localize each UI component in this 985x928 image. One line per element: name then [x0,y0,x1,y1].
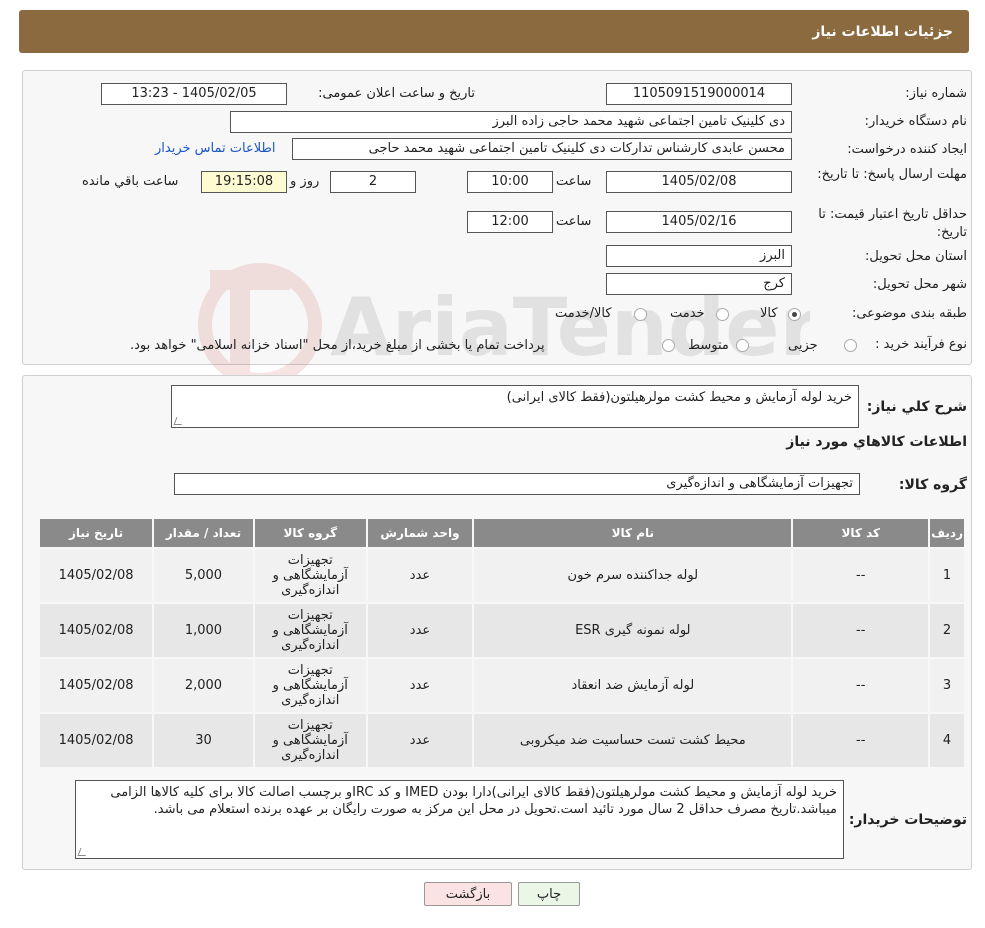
cell-name: لوله نمونه گیری ESR [474,604,792,657]
buyer-org-label: نام دستگاه خریدار: [864,114,967,129]
table-row[interactable]: 1 -- لوله جداکننده سرم خون عدد تجهیزات آ… [40,549,964,602]
deadline-label: مهلت ارسال پاسخ: تا تاریخ: [817,167,967,182]
print-button[interactable]: چاپ [518,882,580,906]
city-field[interactable]: کرج [606,273,792,295]
items-table: ردیف کد کالا نام کالا واحد شمارش گروه کا… [38,517,966,769]
cell-unit: عدد [367,604,473,657]
need-number-field[interactable]: 1105091519000014 [606,83,792,105]
category-option-goods-service: کالا/خدمت [555,306,612,321]
col-header-unit: واحد شمارش [367,519,473,547]
cell-code: -- [793,714,929,767]
table-row[interactable]: 2 -- لوله نمونه گیری ESR عدد تجهیزات آزم… [40,604,964,657]
cell-group: تجهیزات آزمایشگاهی و اندازه‌گیری [254,604,366,657]
days-field[interactable]: 2 [330,171,416,193]
cell-row: 1 [930,549,964,602]
cell-unit: عدد [367,714,473,767]
buyer-notes-textarea[interactable]: خرید لوله آزمایش و محیط کشت مولرهیلتون(ف… [75,780,844,859]
cell-group: تجهیزات آزمایشگاهی و اندازه‌گیری [254,659,366,712]
creator-label: ایجاد کننده درخواست: [847,142,967,157]
cell-date: 1405/02/08 [40,714,153,767]
cell-row: 2 [930,604,964,657]
process-option-minor: جزیی [788,338,818,353]
summary-textarea[interactable]: خرید لوله آزمایش و محیط کشت مولرهیلتون(ف… [171,385,859,428]
category-label: طبقه بندی موضوعی: [851,306,967,321]
validity-label: حداقل تاریخ اعتبار قیمت: تا تاریخ: [818,207,967,240]
validity-date-field[interactable]: 1405/02/16 [606,211,792,233]
category-radio-goods-service[interactable] [634,308,647,321]
cell-code: -- [793,604,929,657]
cell-unit: عدد [367,549,473,602]
need-number-label: شماره نیاز: [905,86,967,101]
buyer-notes-label: توضیحات خریدار: [848,812,967,828]
announce-datetime-field[interactable]: 1405/02/05 - 13:23 [101,83,287,105]
col-header-date: تاریخ نیاز [40,519,153,547]
province-label: استان محل تحویل: [865,249,967,264]
validity-time-label: ساعت [556,214,592,229]
category-option-service: خدمت [670,306,705,321]
table-row[interactable]: 3 -- لوله آزمایش ضد انعقاد عدد تجهیزات آ… [40,659,964,712]
cell-code: -- [793,549,929,602]
resize-grip-icon[interactable] [77,848,89,856]
cell-name: لوله آزمایش ضد انعقاد [474,659,792,712]
process-option-medium: متوسط [688,338,729,353]
cell-qty: 2,000 [154,659,253,712]
category-radio-goods[interactable] [788,308,801,321]
col-header-qty: تعداد / مقدار [154,519,253,547]
buyer-notes-text: خرید لوله آزمایش و محیط کشت مولرهیلتون(ف… [110,785,837,817]
validity-time-field[interactable]: 12:00 [467,211,553,233]
cell-unit: عدد [367,659,473,712]
announce-label: تاریخ و ساعت اعلان عمومی: [318,86,475,101]
cell-qty: 30 [154,714,253,767]
remaining-time-field: 19:15:08 [201,171,287,193]
cell-group: تجهیزات آزمایشگاهی و اندازه‌گیری [254,714,366,767]
province-field[interactable]: البرز [606,245,792,267]
remaining-label: ساعت باقي مانده [82,174,179,189]
cell-date: 1405/02/08 [40,604,153,657]
cell-row: 4 [930,714,964,767]
process-treasury-checkbox[interactable] [662,339,675,352]
goods-info-title: اطلاعات كالاهاي مورد نياز [786,434,967,450]
table-row[interactable]: 4 -- محیط کشت تست حساسیت ضد میکروبی عدد … [40,714,964,767]
cell-name: لوله جداکننده سرم خون [474,549,792,602]
buyer-contact-link[interactable]: اطلاعات تماس خریدار [155,141,275,156]
deadline-time-label: ساعت [556,174,592,189]
summary-label: شرح كلي نياز: [866,399,967,415]
category-option-goods: کالا [760,306,778,321]
buyer-org-field[interactable]: دی کلینیک تامین اجتماعی شهید محمد حاجی ز… [230,111,792,133]
page-header: جزئیات اطلاعات نیاز [19,10,969,53]
days-label: روز و [290,174,320,189]
col-header-code: کد کالا [793,519,929,547]
creator-field[interactable]: محسن عابدی کارشناس تدارکات دی کلینیک تام… [292,138,792,160]
col-header-group: گروه کالا [254,519,366,547]
page-title: جزئیات اطلاعات نیاز [812,23,953,40]
cell-name: محیط کشت تست حساسیت ضد میکروبی [474,714,792,767]
back-button[interactable]: بازگشت [424,882,512,906]
process-label: نوع فرآیند خرید : [875,337,967,352]
cell-code: -- [793,659,929,712]
cell-qty: 1,000 [154,604,253,657]
cell-date: 1405/02/08 [40,549,153,602]
col-header-row: ردیف [930,519,964,547]
category-radio-service[interactable] [716,308,729,321]
col-header-name: نام کالا [474,519,792,547]
process-radio-minor[interactable] [844,339,857,352]
resize-grip-icon[interactable] [173,417,185,425]
cell-date: 1405/02/08 [40,659,153,712]
cell-qty: 5,000 [154,549,253,602]
goods-group-field[interactable]: تجهیزات آزمایشگاهی و اندازه‌گیری [174,473,860,495]
city-label: شهر محل تحویل: [872,277,967,292]
summary-text: خرید لوله آزمایش و محیط کشت مولرهیلتون(ف… [506,390,852,405]
deadline-date-field[interactable]: 1405/02/08 [606,171,792,193]
process-radio-medium[interactable] [736,339,749,352]
deadline-time-field[interactable]: 10:00 [467,171,553,193]
cell-row: 3 [930,659,964,712]
items-table-wrap: ردیف کد کالا نام کالا واحد شمارش گروه کا… [38,517,966,769]
table-header-row: ردیف کد کالا نام کالا واحد شمارش گروه کا… [40,519,964,547]
goods-group-label: گروه کالا: [898,477,967,493]
cell-group: تجهیزات آزمایشگاهی و اندازه‌گیری [254,549,366,602]
process-note: پرداخت تمام یا بخشی از مبلغ خرید،از محل … [130,338,545,353]
